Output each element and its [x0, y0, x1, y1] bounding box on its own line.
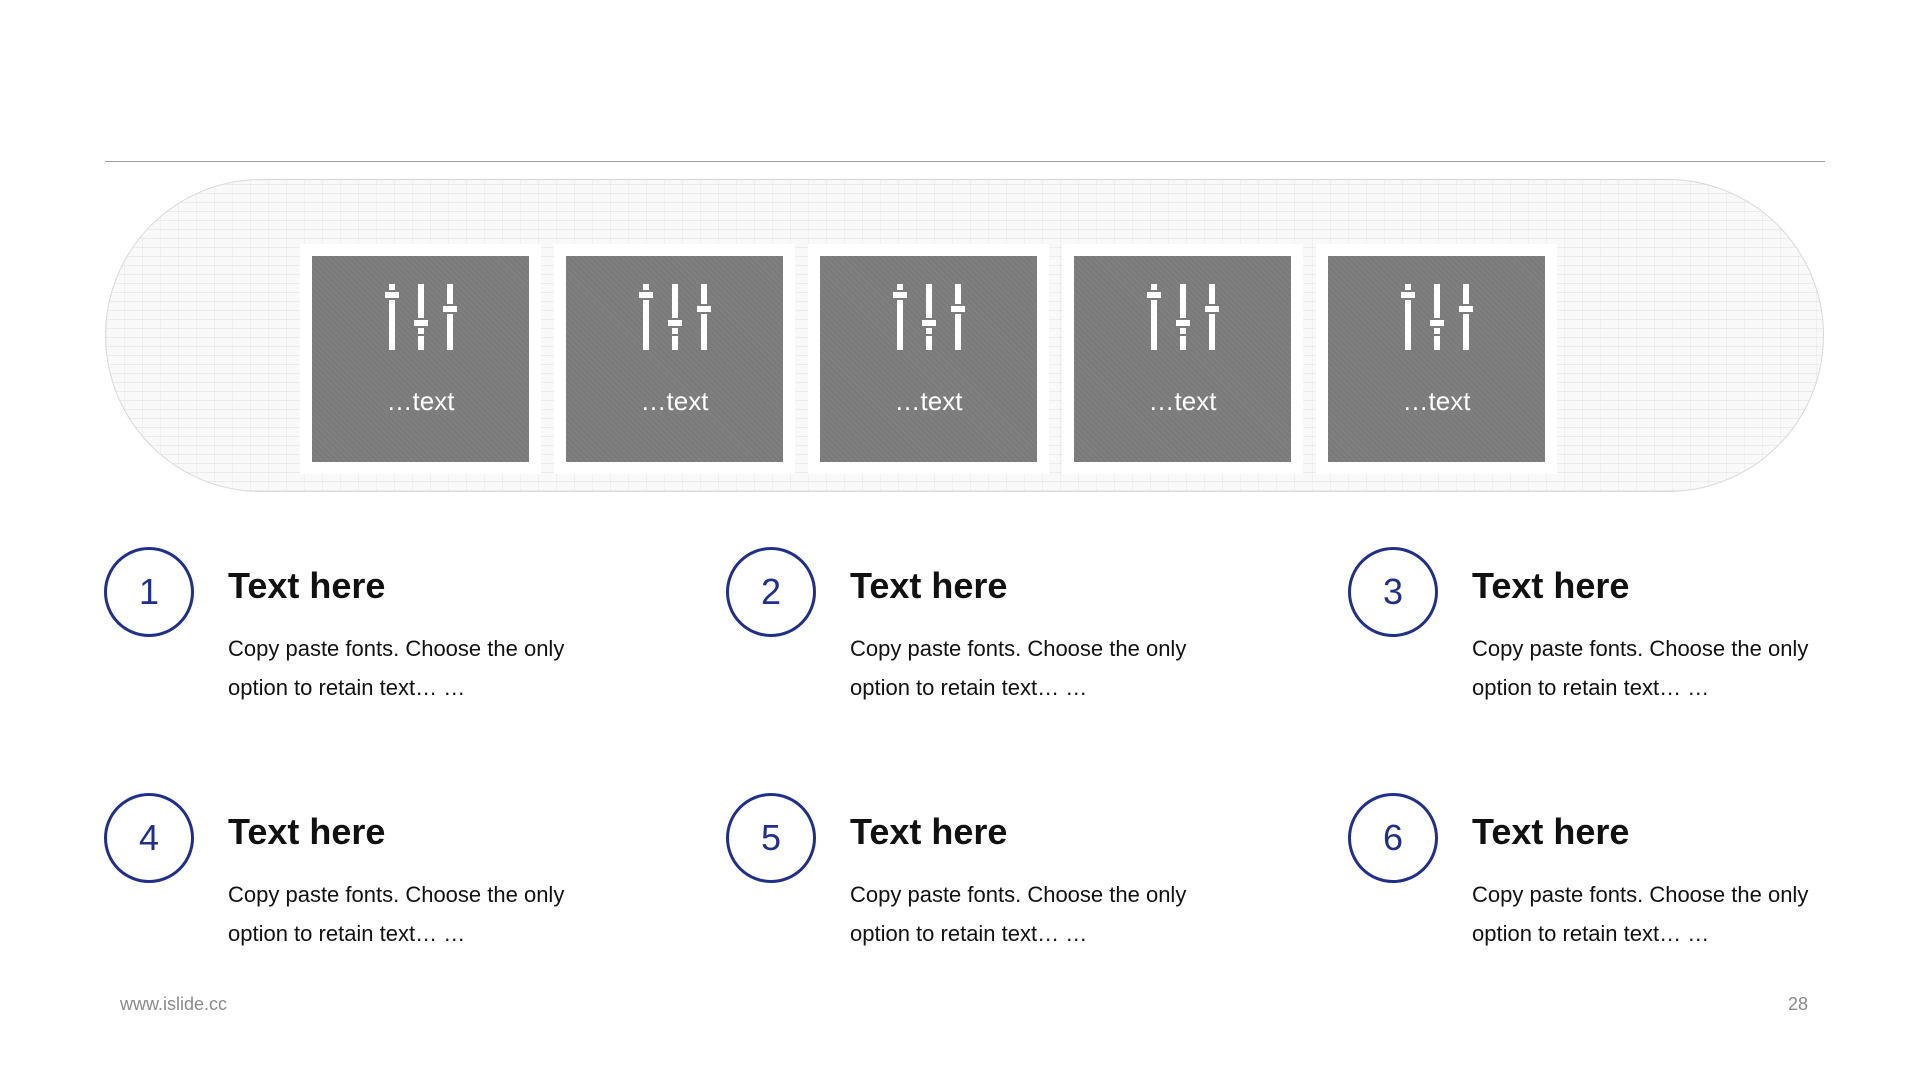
- item-title: Text here: [1472, 565, 1630, 606]
- item-title: Text here: [850, 811, 1008, 852]
- tile-frame: …text: [1062, 244, 1303, 474]
- tile-3[interactable]: …text: [820, 256, 1037, 462]
- sliders-icon: [1400, 284, 1473, 350]
- item-4: 4 Text here Copy paste fonts. Choose the…: [104, 793, 624, 963]
- number-circle: 6: [1348, 793, 1438, 883]
- tile-frame: …text: [808, 244, 1049, 474]
- item-body: Copy paste fonts. Choose the only option…: [1472, 636, 1809, 700]
- number-circle: 1: [104, 547, 194, 637]
- tile-label: …text: [1402, 386, 1471, 416]
- tile-frame: …text: [300, 244, 541, 474]
- item-1: 1 Text here Copy paste fonts. Choose the…: [104, 547, 624, 717]
- item-title: Text here: [850, 565, 1008, 606]
- number-circle: 2: [726, 547, 816, 637]
- tile-label: …text: [894, 386, 963, 416]
- item-body: Copy paste fonts. Choose the only option…: [228, 882, 565, 946]
- item-2: 2 Text here Copy paste fonts. Choose the…: [726, 547, 1246, 717]
- page-number: 28: [1787, 994, 1808, 1014]
- item-title: Text here: [1472, 811, 1630, 852]
- item-body: Copy paste fonts. Choose the only option…: [850, 882, 1187, 946]
- tile-row: …text …text …text …text …text: [300, 244, 1557, 474]
- sliders-icon: [384, 284, 457, 350]
- sliders-icon: [638, 284, 711, 350]
- tile-4[interactable]: …text: [1074, 256, 1291, 462]
- top-divider: [105, 161, 1825, 162]
- tile-2[interactable]: …text: [566, 256, 783, 462]
- footer-url[interactable]: www.islide.cc: [120, 994, 227, 1015]
- number-circle: 5: [726, 793, 816, 883]
- number-circle: 4: [104, 793, 194, 883]
- number-circle: 3: [1348, 547, 1438, 637]
- item-title: Text here: [228, 565, 386, 606]
- tile-label: …text: [386, 386, 455, 416]
- item-body: Copy paste fonts. Choose the only option…: [850, 636, 1187, 700]
- item-3: 3 Text here Copy paste fonts. Choose the…: [1348, 547, 1868, 717]
- tile-5[interactable]: …text: [1328, 256, 1545, 462]
- item-body: Copy paste fonts. Choose the only option…: [1472, 882, 1809, 946]
- sliders-icon: [1146, 284, 1219, 350]
- item-5: 5 Text here Copy paste fonts. Choose the…: [726, 793, 1246, 963]
- tile-frame: …text: [1316, 244, 1557, 474]
- tile-frame: …text: [554, 244, 795, 474]
- tile-label: …text: [1148, 386, 1217, 416]
- sliders-icon: [892, 284, 965, 350]
- tile-label: …text: [640, 386, 709, 416]
- item-6: 6 Text here Copy paste fonts. Choose the…: [1348, 793, 1868, 963]
- item-title: Text here: [228, 811, 386, 852]
- tile-1[interactable]: …text: [312, 256, 529, 462]
- item-body: Copy paste fonts. Choose the only option…: [228, 636, 565, 700]
